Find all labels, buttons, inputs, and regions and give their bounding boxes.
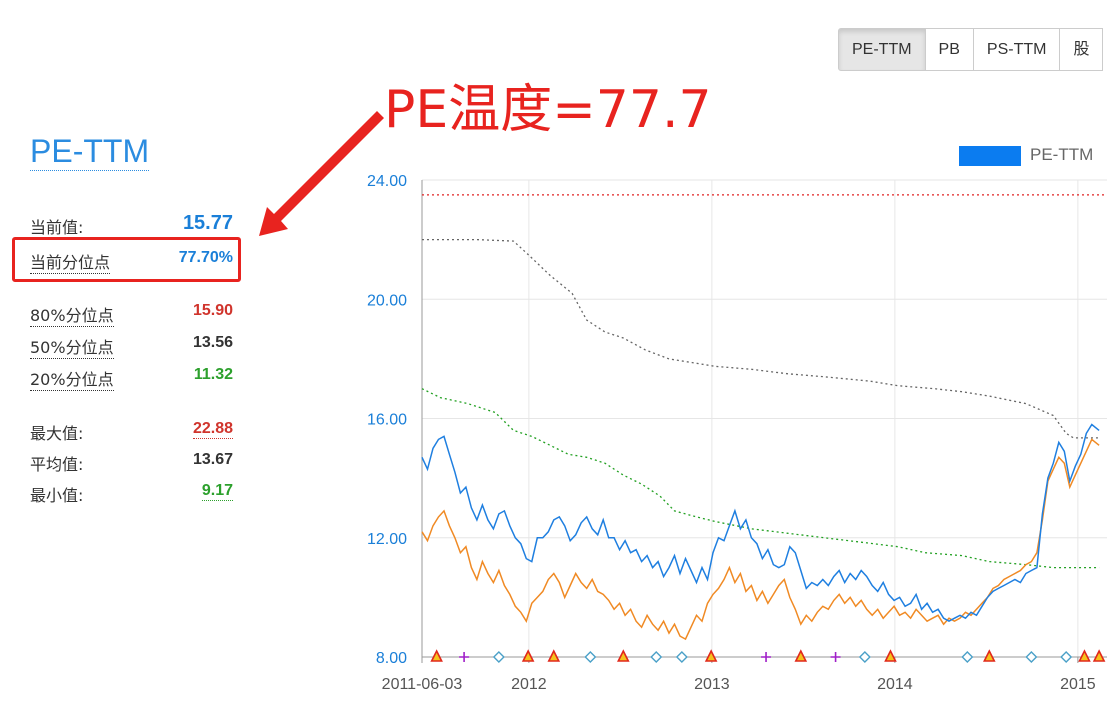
- diamond-marker: [961, 651, 974, 663]
- triangle-marker: [884, 649, 897, 662]
- diamond-marker: [858, 651, 871, 663]
- triangle-marker: [521, 649, 535, 662]
- upper-band-line: [422, 238, 1100, 439]
- pe-ttm-series-line: [421, 423, 1100, 623]
- diamond-marker: [584, 651, 597, 663]
- x-tick-label: 2011-06-03: [382, 676, 463, 693]
- chart-axes: 24.00 20.00 16.00 12.00 8.00 2011-06-03 2012 20…: [367, 173, 1107, 693]
- diamond-marker: [492, 651, 505, 663]
- plus-marker: [459, 652, 470, 662]
- diamond-marker: [650, 651, 663, 663]
- triangle-marker: [617, 649, 630, 662]
- triangle-marker: [547, 649, 561, 662]
- y-tick-label: 20.00: [367, 292, 407, 309]
- lower-band-line: [421, 388, 1100, 569]
- triangle-marker: [983, 649, 996, 662]
- x-tick-label: 2015: [1060, 676, 1096, 693]
- triangle-marker: [430, 649, 443, 662]
- x-tick-label: 2012: [511, 676, 547, 693]
- y-tick-label: 8.00: [376, 650, 407, 667]
- chart-lines: [421, 194, 1107, 641]
- diamond-marker: [1060, 651, 1073, 663]
- triangle-marker: [1078, 649, 1091, 662]
- x-tick-label: 2013: [694, 676, 730, 693]
- annotation-arrow: [259, 111, 384, 236]
- plus-marker: [761, 652, 772, 662]
- y-tick-label: 12.00: [367, 531, 407, 548]
- triangle-marker: [704, 649, 718, 662]
- diamond-marker: [1025, 651, 1038, 663]
- triangle-marker: [794, 649, 808, 662]
- plus-marker: [830, 652, 841, 662]
- x-tick-label: 2014: [877, 676, 913, 693]
- y-tick-label: 24.00: [367, 173, 407, 190]
- y-tick-label: 16.00: [367, 412, 407, 429]
- pe-chart: 24.00 20.00 16.00 12.00 8.00 2011-06-03 2012 20…: [259, 111, 1107, 693]
- orange-series-line: [421, 438, 1100, 641]
- diamond-marker: [675, 651, 688, 663]
- triangle-marker: [1092, 649, 1106, 662]
